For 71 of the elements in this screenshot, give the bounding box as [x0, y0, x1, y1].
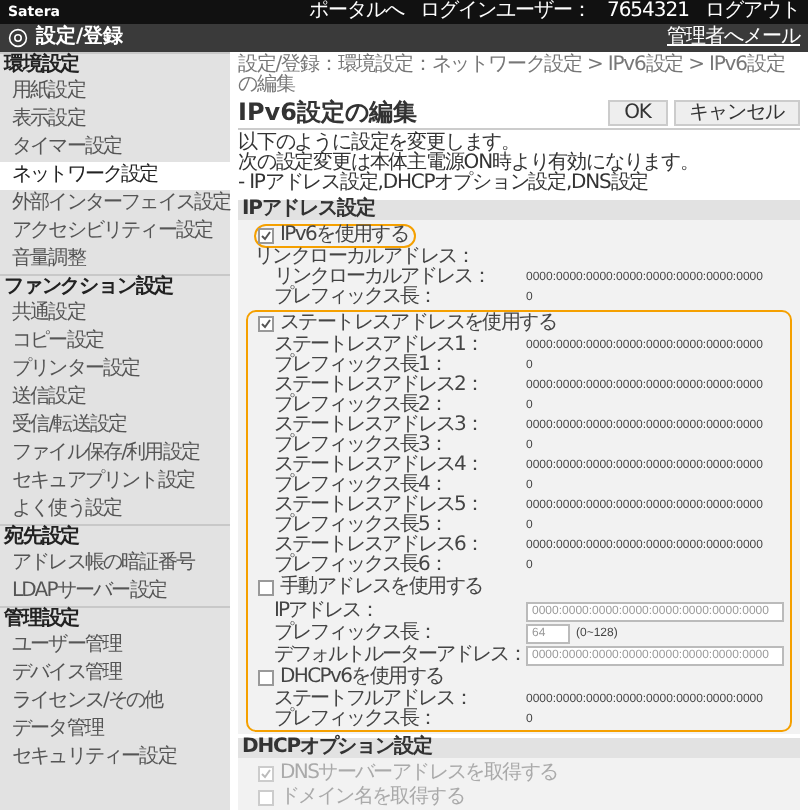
checkbox-label: ドメイン名を取得する: [280, 788, 465, 808]
header-title: 設定/登録: [36, 26, 124, 50]
sidebar-item[interactable]: 外部インターフェイス設定: [0, 190, 230, 218]
sidebar-item[interactable]: ネットワーク設定: [0, 162, 230, 190]
group-label: リンクローカルアドレス：: [254, 248, 475, 268]
checkbox-label: IPv6を使用する: [280, 226, 409, 246]
sidebar-item[interactable]: 用紙設定: [0, 78, 230, 106]
top-bar-text: 7654321: [606, 2, 689, 22]
sidebar-item[interactable]: タイマー設定: [0, 134, 230, 162]
sidebar-item[interactable]: 表示設定: [0, 106, 230, 134]
breadcrumb: 設定/登録：環境設定：ネットワーク設定 > IPv6設定 > IPv6設定の編集: [238, 56, 787, 96]
field-label: ステートレスアドレス4：: [272, 456, 485, 476]
sidebar-item[interactable]: ユーザー管理: [0, 632, 230, 660]
sidebar-item[interactable]: 受信/転送設定: [0, 412, 230, 440]
field-label: ステートレスアドレス2：: [272, 376, 485, 396]
field-label: プレフィックス長：: [272, 623, 438, 643]
checkbox[interactable]: [258, 316, 274, 332]
sidebar-item[interactable]: セキュアプリント設定: [0, 468, 230, 496]
field-label: プレフィックス長4：: [272, 476, 449, 496]
top-bar-text: ログインユーザー：: [419, 2, 591, 22]
description-text: - IPアドレス設定,DHCPオプション設定,DNS設定: [238, 174, 651, 194]
checkbox-label: ステートレスアドレスを使用する: [280, 314, 557, 334]
sidebar-item[interactable]: ファイル保存/利用設定: [0, 440, 230, 468]
page-title: IPv6設定の編集: [238, 98, 419, 126]
sidebar-item[interactable]: LDAPサーバー設定: [0, 578, 230, 606]
sidebar-item[interactable]: 送信設定: [0, 384, 230, 412]
checkbox[interactable]: [258, 670, 274, 686]
sidebar-section: 管理設定: [0, 606, 230, 632]
mail-link[interactable]: 管理者へメール: [667, 28, 800, 48]
cancel-button[interactable]: キャンセル: [673, 99, 800, 125]
checkbox[interactable]: [258, 228, 274, 244]
sidebar-item[interactable]: 共通設定: [0, 300, 230, 328]
field-label: プレフィックス長6：: [272, 556, 449, 576]
sidebar-section: 環境設定: [0, 52, 230, 78]
sidebar-section: 宛先設定: [0, 524, 230, 550]
field-label: ステートフルアドレス：: [272, 690, 474, 710]
sidebar-item[interactable]: コピー設定: [0, 328, 230, 356]
field-label: リンクローカルアドレス：: [272, 268, 492, 288]
sidebar-item[interactable]: よく使う設定: [0, 496, 230, 524]
ok-button[interactable]: OK: [608, 99, 667, 125]
checkbox-label: 手動アドレスを使用する: [280, 578, 483, 598]
field-label: ステートレスアドレス3：: [272, 416, 485, 436]
sidebar-item[interactable]: セキュリティー設定: [0, 744, 230, 772]
field-label: ステートレスアドレス1：: [272, 336, 485, 356]
field-label: IPアドレス：: [272, 601, 380, 621]
field-label: プレフィックス長2：: [272, 396, 449, 416]
sidebar-item[interactable]: デバイス管理: [0, 660, 230, 688]
sidebar-section: ファンクション設定: [0, 274, 230, 300]
field-label: プレフィックス長：: [272, 710, 438, 730]
checkbox-label: DNSサーバーアドレスを取得する: [280, 764, 558, 784]
field-label: ステートレスアドレス6：: [272, 536, 485, 556]
field-label: プレフィックス長1：: [272, 356, 449, 376]
sidebar-item[interactable]: アクセシビリティー設定: [0, 218, 230, 246]
description-text: 次の設定変更は本体主電源ON時より有効になります。: [238, 154, 701, 174]
sidebar-item[interactable]: ライセンス/その他: [0, 688, 230, 716]
field-label: プレフィックス長5：: [272, 516, 449, 536]
description-text: 以下のように設定を変更します。: [238, 134, 521, 154]
sidebar-item[interactable]: プリンター設定: [0, 356, 230, 384]
field-label: デフォルトルーターアドレス：: [272, 645, 526, 665]
checkbox-label: DHCPv6を使用する: [280, 668, 444, 688]
section-header: DHCPオプション設定: [238, 738, 800, 758]
field-label: プレフィックス長：: [272, 288, 438, 308]
top-bar-text: ログアウト: [705, 2, 800, 22]
field-label: プレフィックス長3：: [272, 436, 449, 456]
sidebar-item[interactable]: データ管理: [0, 716, 230, 744]
sidebar-item[interactable]: 音量調整: [0, 246, 230, 274]
section-header: IPアドレス設定: [238, 200, 800, 220]
field-label: ステートレスアドレス5：: [272, 496, 485, 516]
sidebar-item[interactable]: アドレス帳の暗証番号: [0, 550, 230, 578]
top-bar-text: ポータルへ: [308, 2, 404, 22]
checkbox[interactable]: [258, 580, 274, 596]
